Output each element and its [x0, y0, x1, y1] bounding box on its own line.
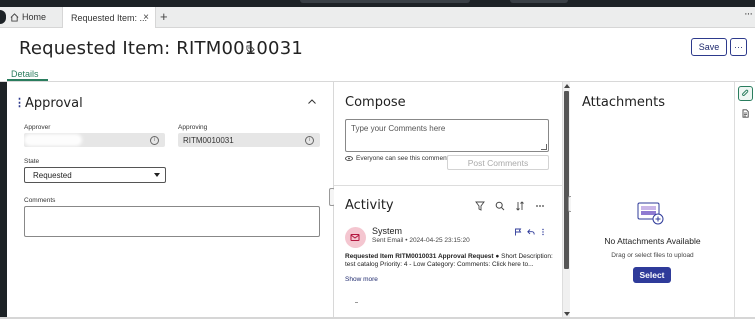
comments-textarea[interactable] — [24, 206, 320, 237]
entry-body: Requested Item RITM0010031 Approval Requ… — [345, 253, 555, 269]
state-label: State — [24, 158, 40, 165]
visibility-note: Everyone can see this comment — [356, 155, 449, 162]
top-bar-search-pill — [300, 0, 470, 3]
right-rail — [734, 82, 755, 319]
email-icon — [350, 234, 360, 241]
show-more-link[interactable]: Show more — [345, 276, 378, 283]
attachments-hint: Drag or select files to upload — [611, 252, 694, 259]
select-files-button[interactable]: Select — [633, 267, 671, 283]
scroll-down-icon[interactable] — [564, 312, 570, 316]
attachments-title: Attachments — [582, 95, 665, 110]
redacted-approver-value — [24, 134, 82, 146]
entry-meta: Sent Email • 2024-04-25 23:15:20 — [372, 237, 470, 244]
dropdown-arrow-icon — [154, 173, 160, 177]
more-vertical-icon[interactable] — [539, 228, 547, 236]
post-comments-button[interactable]: Post Comments — [447, 155, 549, 170]
attachment-illustration-icon — [637, 202, 664, 225]
more-options-icon[interactable]: ··· — [744, 8, 753, 20]
scroll-up-icon[interactable] — [564, 84, 570, 88]
tag-icon[interactable] — [246, 45, 255, 54]
more-actions-button[interactable]: ··· — [730, 38, 747, 56]
save-button[interactable]: Save — [691, 38, 727, 56]
filter-icon[interactable] — [475, 201, 485, 211]
approving-field[interactable]: RITM0010031 i — [178, 133, 320, 147]
entry-author: System — [372, 226, 403, 236]
comments-label: Comments — [24, 197, 56, 204]
eye-icon — [345, 156, 353, 161]
drag-handle-icon[interactable]: ⋮ — [14, 96, 25, 109]
tab-requested-item-label: Requested Item: ... — [71, 12, 148, 23]
activity-title: Activity — [345, 198, 394, 213]
info-icon[interactable]: i — [150, 136, 159, 145]
tab-home-label: Home — [22, 12, 47, 22]
divider — [355, 302, 358, 303]
collapse-chevron-icon[interactable] — [308, 99, 316, 104]
compose-title: Compose — [345, 95, 406, 110]
home-icon — [10, 12, 19, 22]
scroll-thumb[interactable] — [564, 91, 569, 269]
flag-icon[interactable] — [514, 228, 522, 236]
entry-timestamp: 2024-04-25 23:15:20 — [409, 237, 470, 244]
no-attachments-title: No Attachments Available — [604, 236, 701, 246]
browser-top-bar — [0, 0, 755, 7]
rail-attachments-button[interactable] — [738, 86, 753, 101]
state-select[interactable]: Requested — [24, 167, 166, 183]
tab-requested-item[interactable]: Requested Item: ... × — [62, 7, 156, 28]
approval-title: Approval — [25, 96, 83, 111]
resize-grip-icon[interactable] — [541, 144, 547, 150]
more-options-icon[interactable] — [535, 201, 545, 211]
approver-label: Approver — [24, 124, 51, 131]
search-icon[interactable] — [495, 201, 505, 211]
compose-placeholder: Type your Comments here — [351, 124, 446, 133]
system-avatar — [345, 227, 366, 248]
compose-comments-textarea[interactable]: Type your Comments here — [345, 119, 549, 152]
info-icon[interactable]: i — [305, 136, 314, 145]
left-sidebar-strip — [0, 82, 7, 319]
page-title: Requested Item: RITM0010031 — [19, 38, 304, 59]
state-value: Requested — [33, 170, 72, 180]
sort-icon[interactable] — [515, 201, 525, 211]
approving-value: RITM0010031 — [183, 135, 234, 145]
approval-panel — [7, 82, 332, 319]
reply-icon[interactable] — [527, 228, 535, 236]
entry-type: Sent Email — [372, 237, 404, 244]
tab-details[interactable]: Details — [11, 69, 39, 79]
tab-home[interactable]: Home — [10, 7, 62, 27]
paperclip-icon — [742, 89, 749, 96]
approving-label: Approving — [178, 124, 208, 131]
add-tab-button[interactable]: + — [160, 9, 168, 24]
top-bar-pill — [510, 0, 568, 3]
entry-subject: Requested Item RITM0010031 Approval Requ… — [345, 253, 494, 260]
close-tab-icon[interactable]: × — [143, 12, 149, 23]
document-icon[interactable] — [741, 109, 750, 118]
